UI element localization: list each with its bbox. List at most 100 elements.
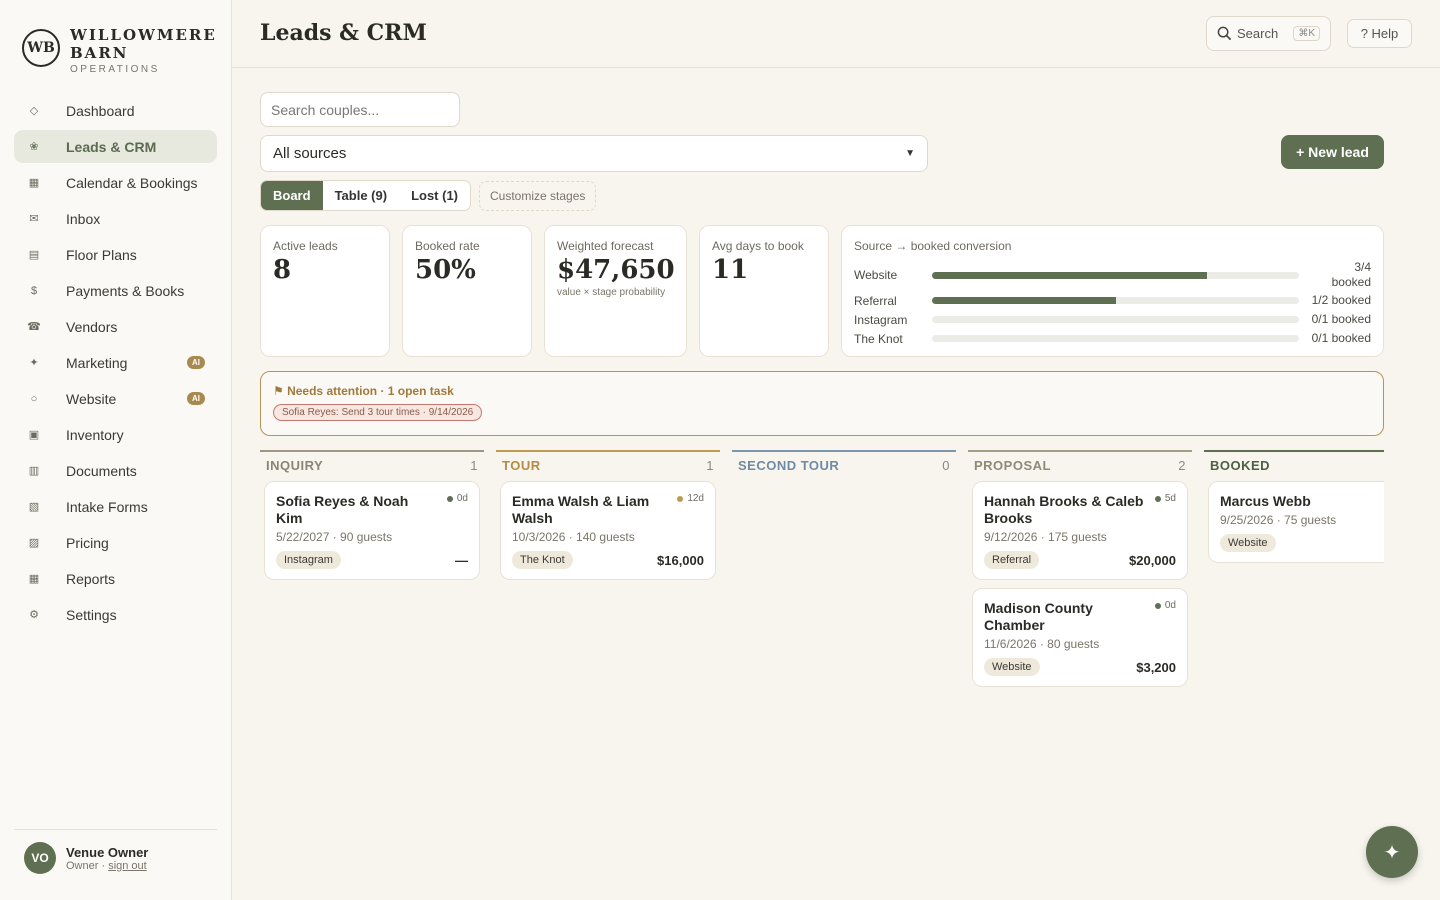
stat-card: Avg days to book 11	[699, 225, 829, 357]
sidebar-item-label: Leads & CRM	[66, 138, 157, 155]
lead-card[interactable]: Sofia Reyes & Noah Kim 0d 5/22/2027 · 90 g…	[264, 481, 480, 580]
lead-card[interactable]: Marcus Webb9/25/2026 · 75 guestsWebsite$…	[1208, 481, 1384, 563]
avatar[interactable]: VO	[24, 842, 56, 874]
sidebar-item-dashboard[interactable]: ◇ Dashboard	[14, 94, 217, 127]
calendar-icon: ▦	[28, 177, 40, 189]
stage-count: 1	[706, 457, 714, 473]
lead-amount: $16,000	[657, 552, 704, 568]
stat-card: Weighted forecast $47,650 value × stage pr…	[544, 225, 687, 357]
sidebar-item-inbox[interactable]: ✉ Inbox	[14, 202, 217, 235]
brand[interactable]: WB WILLOWMERE BARN OPERATIONS	[22, 26, 215, 75]
sidebar-item-label: Website	[66, 390, 117, 407]
sidebar-item-vendors[interactable]: ☎ Vendors	[14, 310, 217, 343]
lead-card[interactable]: Emma Walsh & Liam Walsh 12d 10/3/2026 · 14…	[500, 481, 716, 580]
sidebar-item-floor-plans[interactable]: ▤ Floor Plans	[14, 238, 217, 271]
new-lead-button[interactable]: + New lead	[1281, 135, 1384, 169]
sidebar-item-settings[interactable]: ⚙ Settings	[14, 598, 217, 631]
source-tag: The Knot	[512, 551, 573, 569]
lead-name: Sofia Reyes & Noah Kim	[276, 493, 409, 526]
sidebar-item-documents[interactable]: ▥ Documents	[14, 454, 217, 487]
conversion-bar-fill	[932, 297, 1116, 304]
sidebar-item-label: Pricing	[66, 534, 109, 551]
stat-value: 8	[273, 255, 292, 285]
conversion-source: The Knot	[854, 331, 903, 346]
lead-card[interactable]: Hannah Brooks & Caleb Brooks 5d 9/12/2026 …	[972, 481, 1188, 580]
conversion-bar	[932, 297, 1299, 304]
stat-label: Booked rate	[415, 239, 480, 253]
sidebar-item-website[interactable]: ○ Website AI	[14, 382, 217, 415]
lead-age-value: 5d	[1164, 493, 1176, 504]
sidebar-item-label: Inbox	[66, 210, 101, 227]
floorplan-icon: ▤	[28, 249, 40, 261]
sign-out-link[interactable]: sign out	[108, 860, 147, 872]
view-tab-table[interactable]: Table (9)	[323, 181, 400, 210]
sparkle-icon: ✦	[29, 357, 39, 369]
stage-name: INQUIRY	[266, 457, 324, 473]
search-icon	[1217, 26, 1232, 41]
sidebar-item-calendar-bookings[interactable]: ▦ Calendar & Bookings	[14, 166, 217, 199]
view-tab-lost[interactable]: Lost (1)	[399, 181, 470, 210]
brand-logo: WB	[22, 29, 60, 67]
stage-header: INQUIRY 1	[260, 450, 484, 478]
source-tag: Referral	[984, 551, 1040, 569]
conversion-source: Instagram	[854, 312, 908, 327]
attention-task-pill[interactable]: Sofia Reyes: Send 3 tour times · 9/14/20…	[273, 404, 483, 421]
status-dot	[1154, 495, 1161, 502]
ai-assistant-button[interactable]: ✦	[1366, 826, 1418, 878]
stage-column-proposal: PROPOSAL 2 Hannah Brooks & Caleb Brooks 5d 9…	[968, 450, 1192, 695]
ai-badge: AI	[187, 356, 205, 369]
tag-icon: ▨	[28, 537, 40, 549]
sidebar-item-intake-forms[interactable]: ▧ Intake Forms	[14, 490, 217, 523]
stat-value: $47,650	[557, 255, 675, 285]
conversion-bar	[932, 335, 1299, 342]
stage-name: TOUR	[502, 457, 541, 473]
lead-meta: 10/3/2026 · 140 guests	[512, 530, 635, 544]
ai-badge: AI	[187, 392, 205, 405]
lead-meta: 5/22/2027 · 90 guests	[276, 530, 393, 544]
sidebar-item-reports[interactable]: ▦ Reports	[14, 562, 217, 595]
mail-icon: ✉	[29, 213, 39, 225]
conversion-row: Referral 1/2 booked	[854, 291, 1371, 310]
status-dot	[446, 495, 453, 502]
help-button[interactable]: ? Help	[1347, 19, 1412, 48]
gear-icon: ⚙	[29, 609, 39, 621]
lead-card[interactable]: Madison County Chamber 0d 11/6/2026 · 80 g…	[972, 588, 1188, 687]
conversion-value: 3/4 booked	[1331, 260, 1371, 289]
stat-card: Booked rate 50%	[402, 225, 532, 357]
source-select[interactable]: All sources ▼	[260, 135, 928, 172]
sidebar-item-inventory[interactable]: ▣ Inventory	[14, 418, 217, 451]
lead-amount: $20,000	[1129, 552, 1176, 568]
lead-meta: 9/12/2026 · 175 guests	[984, 530, 1107, 544]
global-search-button[interactable]: Search ⌘K	[1206, 16, 1331, 51]
stage-column-tour: TOUR 1 Emma Walsh & Liam Walsh 12d 10/3/2026…	[496, 450, 720, 588]
status-dot	[1154, 602, 1161, 609]
stage-name: BOOKED	[1210, 457, 1271, 473]
sidebar-item-pricing[interactable]: ▨ Pricing	[14, 526, 217, 559]
lead-name: Emma Walsh & Liam Walsh	[512, 493, 650, 526]
stage-count: 2	[1178, 457, 1186, 473]
kanban-board: INQUIRY 1 Sofia Reyes & Noah Kim 0d 5/22/202…	[260, 450, 1384, 710]
lead-age-value: 0d	[456, 493, 468, 504]
stage-column-second-tour: SECOND TOUR 0	[732, 450, 956, 478]
user-profile: VO Venue Owner Owner · sign out	[14, 829, 217, 886]
conversion-row: The Knot 0/1 booked	[854, 329, 1371, 348]
sidebar-item-leads-crm[interactable]: ❀ Leads & CRM	[14, 130, 217, 163]
stage-header: SECOND TOUR 0	[732, 450, 956, 478]
customize-stages-button[interactable]: Customize stages	[479, 181, 597, 211]
stat-label: Weighted forecast	[557, 239, 654, 253]
sidebar-item-label: Dashboard	[66, 102, 135, 119]
sidebar-item-label: Payments & Books	[66, 282, 185, 299]
header: Leads & CRM Search ⌘K ? Help	[232, 0, 1440, 68]
stat-sub: value × stage probability	[557, 287, 666, 298]
user-name: Venue Owner	[66, 844, 149, 860]
conversion-bar	[932, 271, 1299, 279]
needs-attention-panel: ⚑ Needs attention · 1 open task Sofia Re…	[260, 371, 1384, 436]
chevron-down-icon: ▼	[905, 148, 915, 159]
search-couples-input[interactable]	[260, 92, 460, 127]
conversion-bar	[932, 316, 1299, 323]
sidebar-item-marketing[interactable]: ✦ Marketing AI	[14, 346, 217, 379]
lead-amount: $3,200	[1136, 659, 1176, 675]
chart-icon: ▦	[28, 573, 40, 585]
sidebar-item-payments-books[interactable]: $ Payments & Books	[14, 274, 217, 307]
view-tab-board[interactable]: Board	[261, 181, 323, 210]
